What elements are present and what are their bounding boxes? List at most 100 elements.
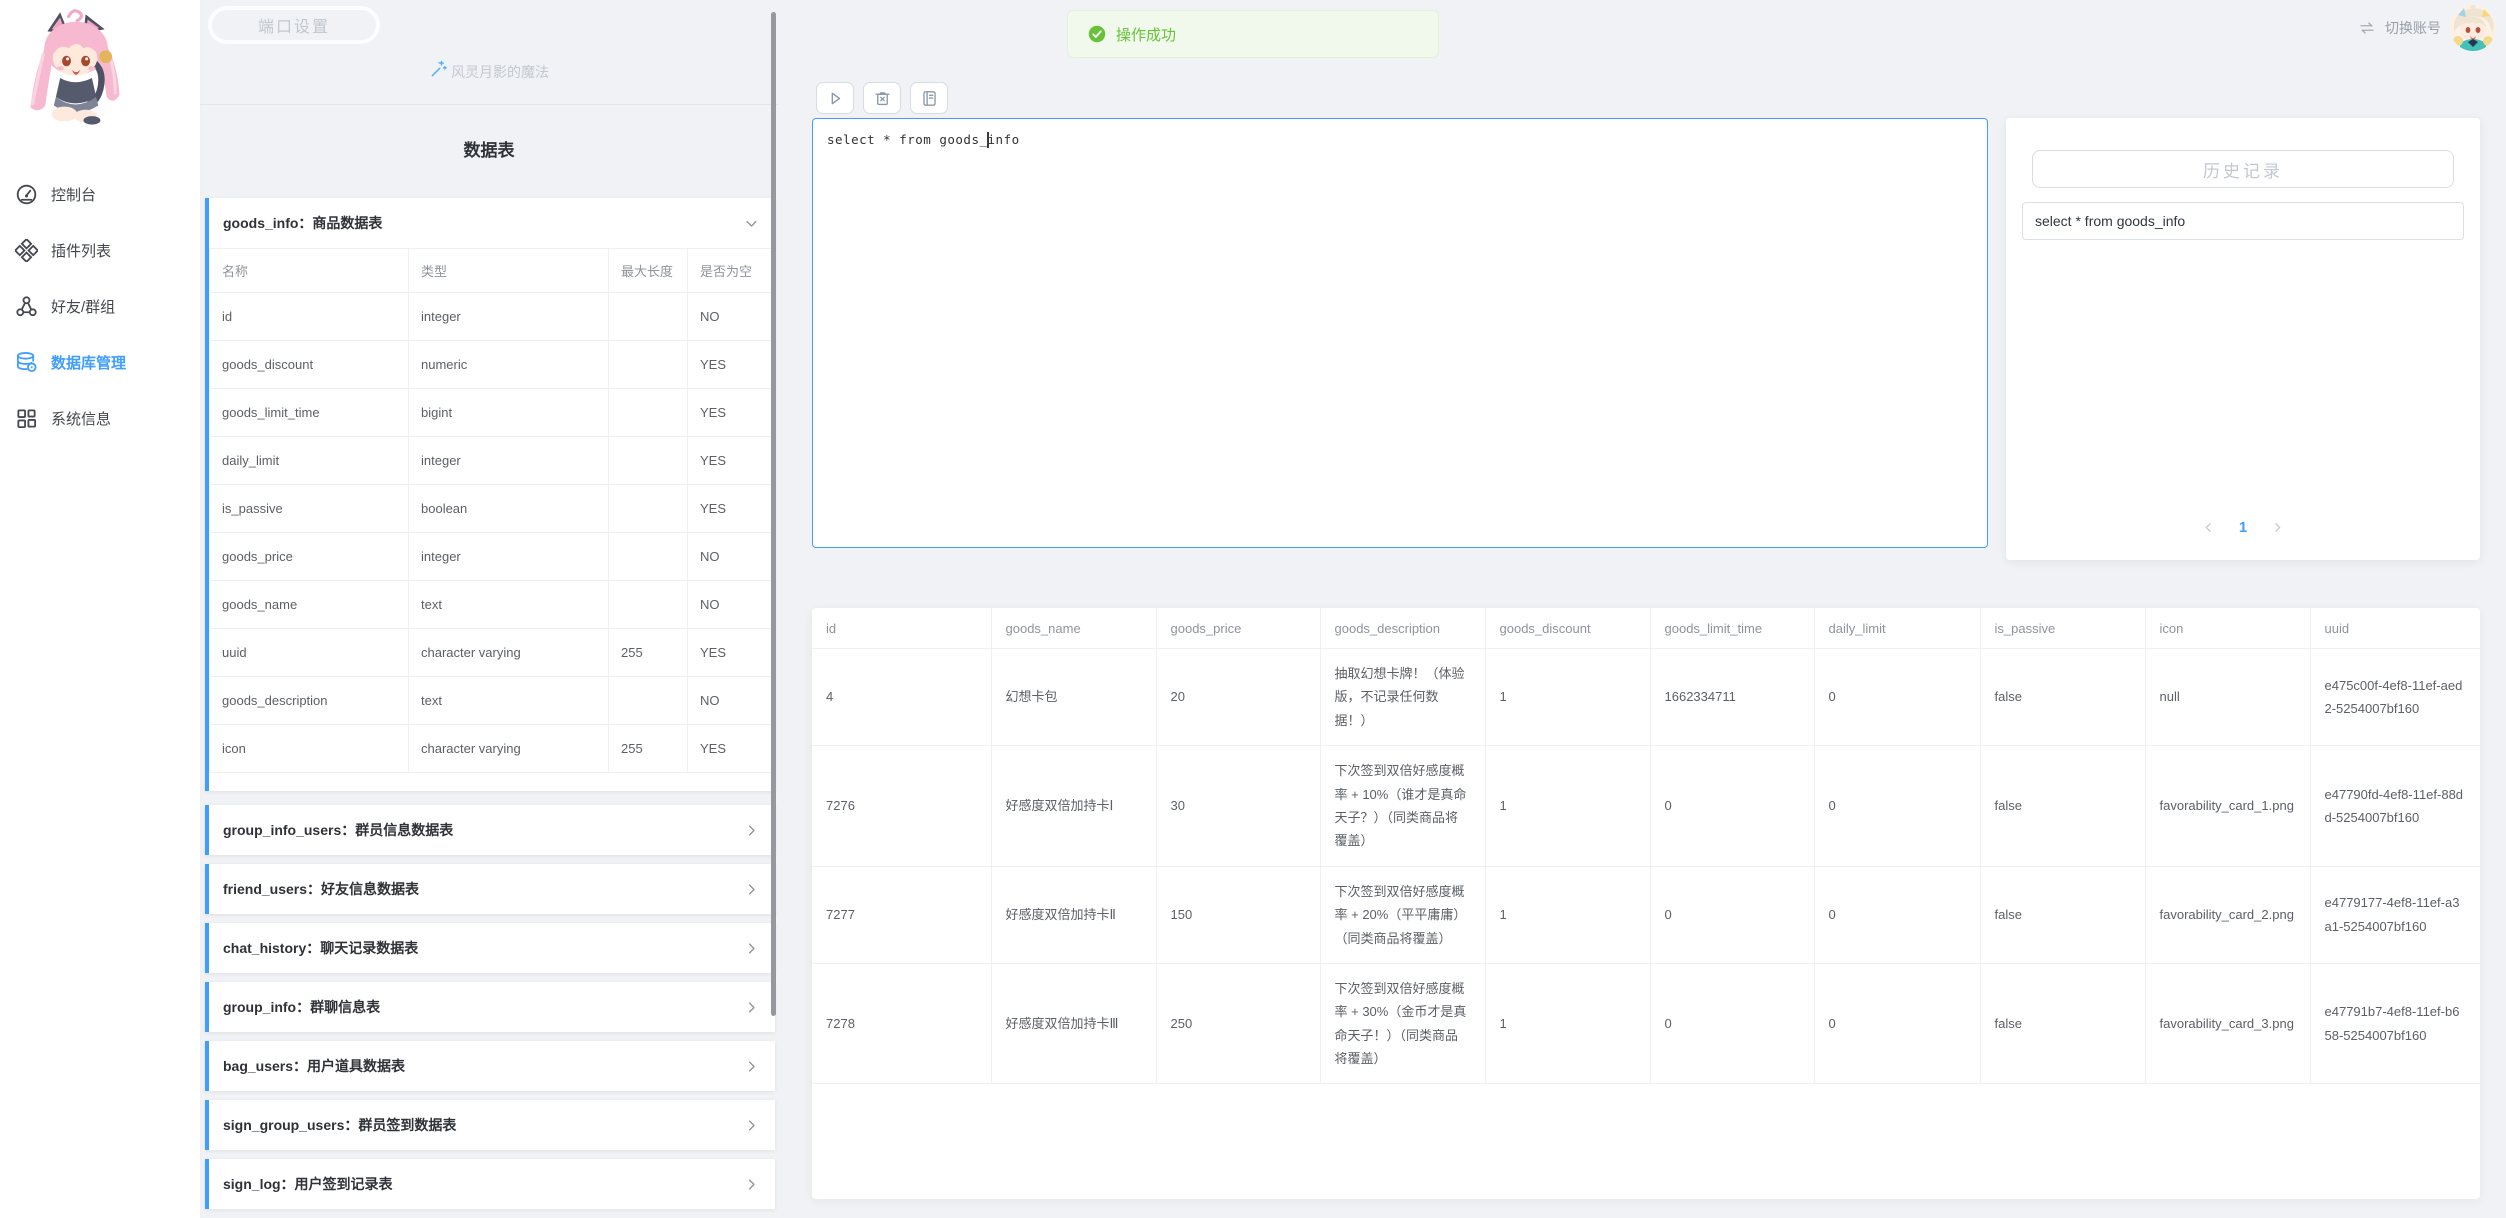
results-row: 7277好感度双倍加持卡Ⅱ150下次签到双倍好感度概率 + 20%（平平庸庸）（…	[812, 866, 2480, 963]
results-cell: 0	[1650, 963, 1814, 1084]
toast-message: 操作成功	[1116, 24, 1176, 45]
results-cell: 好感度双倍加持卡Ⅰ	[991, 746, 1156, 867]
friends-icon	[15, 295, 38, 318]
notebook-icon	[920, 89, 939, 108]
schema-column-header: 类型	[409, 249, 609, 293]
user-avatar[interactable]	[2450, 5, 2496, 51]
results-cell: favorability_card_3.png	[2145, 963, 2310, 1084]
schema-cell: text	[409, 677, 609, 725]
chevron-down-icon	[744, 216, 759, 231]
results-column-header: goods_price	[1156, 608, 1320, 649]
schema-cell: YES	[688, 485, 775, 533]
sidebar-item-label: 数据库管理	[51, 352, 126, 373]
results-cell: 好感度双倍加持卡Ⅱ	[991, 866, 1156, 963]
results-cell: false	[1980, 963, 2145, 1084]
sidebar-item-system-info[interactable]: 系统信息	[0, 390, 200, 446]
sidebar-item-plugins[interactable]: 插件列表	[0, 222, 200, 278]
table-accordion-item[interactable]: group_info_users：群员信息数据表	[205, 805, 775, 855]
switch-account[interactable]: 切换账号	[2358, 4, 2496, 52]
results-cell: 好感度双倍加持卡Ⅲ	[991, 963, 1156, 1084]
schema-cell	[609, 533, 688, 581]
results-cell: favorability_card_1.png	[2145, 746, 2310, 867]
divider	[200, 104, 778, 105]
schema-cell: NO	[688, 533, 775, 581]
results-row: 7278好感度双倍加持卡Ⅲ250下次签到双倍好感度概率 + 30%（金币才是真命…	[812, 963, 2480, 1084]
schema-cell: NO	[688, 581, 775, 629]
results-cell: 250	[1156, 963, 1320, 1084]
table-accordion-item[interactable]: friend_users：好友信息数据表	[205, 864, 775, 914]
sql-toolbar	[816, 82, 948, 114]
chevron-right-icon[interactable]	[2271, 521, 2284, 534]
chevron-right-icon	[744, 882, 759, 897]
chevron-right-icon	[744, 1059, 759, 1074]
results-cell: 4	[812, 649, 991, 746]
results-cell: 7276	[812, 746, 991, 867]
clear-button[interactable]	[863, 82, 901, 114]
sidebar-item-console[interactable]: 控制台	[0, 166, 200, 222]
schema-row: is_passivebooleanYES	[210, 485, 775, 533]
notebook-button[interactable]	[910, 82, 948, 114]
results-column-header: uuid	[2310, 608, 2480, 649]
history-panel: 历史记录 select * from goods_info 1	[2006, 118, 2480, 560]
results-cell: 7277	[812, 866, 991, 963]
sidebar-item-database[interactable]: 数据库管理	[0, 334, 200, 390]
switch-account-label: 切换账号	[2385, 18, 2441, 38]
schema-cell: boolean	[409, 485, 609, 533]
page-number[interactable]: 1	[2239, 519, 2247, 536]
results-cell: 下次签到双倍好感度概率 + 10%（谁才是真命天子？）（同类商品将覆盖）	[1320, 746, 1485, 867]
chevron-right-icon	[744, 1177, 759, 1192]
schema-cell: uuid	[210, 629, 409, 677]
table-accordion-item[interactable]: sign_group_users：群员签到数据表	[205, 1100, 775, 1150]
app-subtitle-text: 风灵月影的魔法	[451, 62, 549, 82]
results-panel: idgoods_namegoods_pricegoods_description…	[812, 608, 2480, 1199]
sidebar-item-label: 系统信息	[51, 408, 111, 429]
scrollbar-thumb[interactable]	[771, 12, 776, 1016]
results-cell: false	[1980, 866, 2145, 963]
pagination: 1	[2006, 512, 2480, 542]
results-cell: 0	[1650, 866, 1814, 963]
results-cell: 20	[1156, 649, 1320, 746]
results-cell: 1662334711	[1650, 649, 1814, 746]
table-accordion-item[interactable]: chat_history：聊天记录数据表	[205, 923, 775, 973]
database-icon	[15, 351, 38, 374]
results-cell: 150	[1156, 866, 1320, 963]
table-accordion-label: chat_history：聊天记录数据表	[223, 938, 418, 958]
table-accordion-header[interactable]: goods_info：商品数据表	[209, 198, 775, 248]
tables-panel-title: 数据表	[200, 136, 778, 161]
table-accordion-item[interactable]: sign_log：用户签到记录表	[205, 1159, 775, 1209]
results-cell: 30	[1156, 746, 1320, 867]
schema-table: 名称类型最大长度是否为空 idintegerNOgoods_discountnu…	[209, 248, 775, 773]
chevron-right-icon	[744, 823, 759, 838]
results-cell: 0	[1814, 963, 1980, 1084]
results-cell: 1	[1485, 963, 1650, 1084]
history-entry[interactable]: select * from goods_info	[2022, 202, 2464, 240]
swap-icon	[2358, 19, 2376, 37]
schema-row: iconcharacter varying255YES	[210, 725, 775, 773]
schema-cell	[609, 389, 688, 437]
results-cell: e4779177-4ef8-11ef-a3a1-5254007bf160	[2310, 866, 2480, 963]
table-accordion-item[interactable]: group_info：群聊信息表	[205, 982, 775, 1032]
plugins-icon	[15, 239, 38, 262]
sql-editor[interactable]: select * from goods_info	[812, 118, 1988, 548]
schema-row: goods_discountnumericYES	[210, 341, 775, 389]
schema-cell: YES	[688, 341, 775, 389]
run-icon	[826, 89, 845, 108]
sidebar-item-friends-groups[interactable]: 好友/群组	[0, 278, 200, 334]
chevron-left-icon[interactable]	[2202, 521, 2215, 534]
results-row: 7276好感度双倍加持卡Ⅰ30下次签到双倍好感度概率 + 10%（谁才是真命天子…	[812, 746, 2480, 867]
schema-cell	[609, 437, 688, 485]
schema-cell	[609, 485, 688, 533]
history-title: 历史记录	[2032, 150, 2454, 188]
table-accordion-item[interactable]: bag_users：用户道具数据表	[205, 1041, 775, 1091]
schema-cell: integer	[409, 293, 609, 341]
schema-column-header: 最大长度	[609, 249, 688, 293]
run-query-button[interactable]	[816, 82, 854, 114]
schema-cell	[609, 341, 688, 389]
schema-cell: goods_name	[210, 581, 409, 629]
schema-cell: 255	[609, 629, 688, 677]
table-accordion-label: bag_users：用户道具数据表	[223, 1056, 405, 1076]
results-cell: 1	[1485, 866, 1650, 963]
results-column-header: goods_limit_time	[1650, 608, 1814, 649]
schema-row: goods_priceintegerNO	[210, 533, 775, 581]
schema-cell: YES	[688, 629, 775, 677]
